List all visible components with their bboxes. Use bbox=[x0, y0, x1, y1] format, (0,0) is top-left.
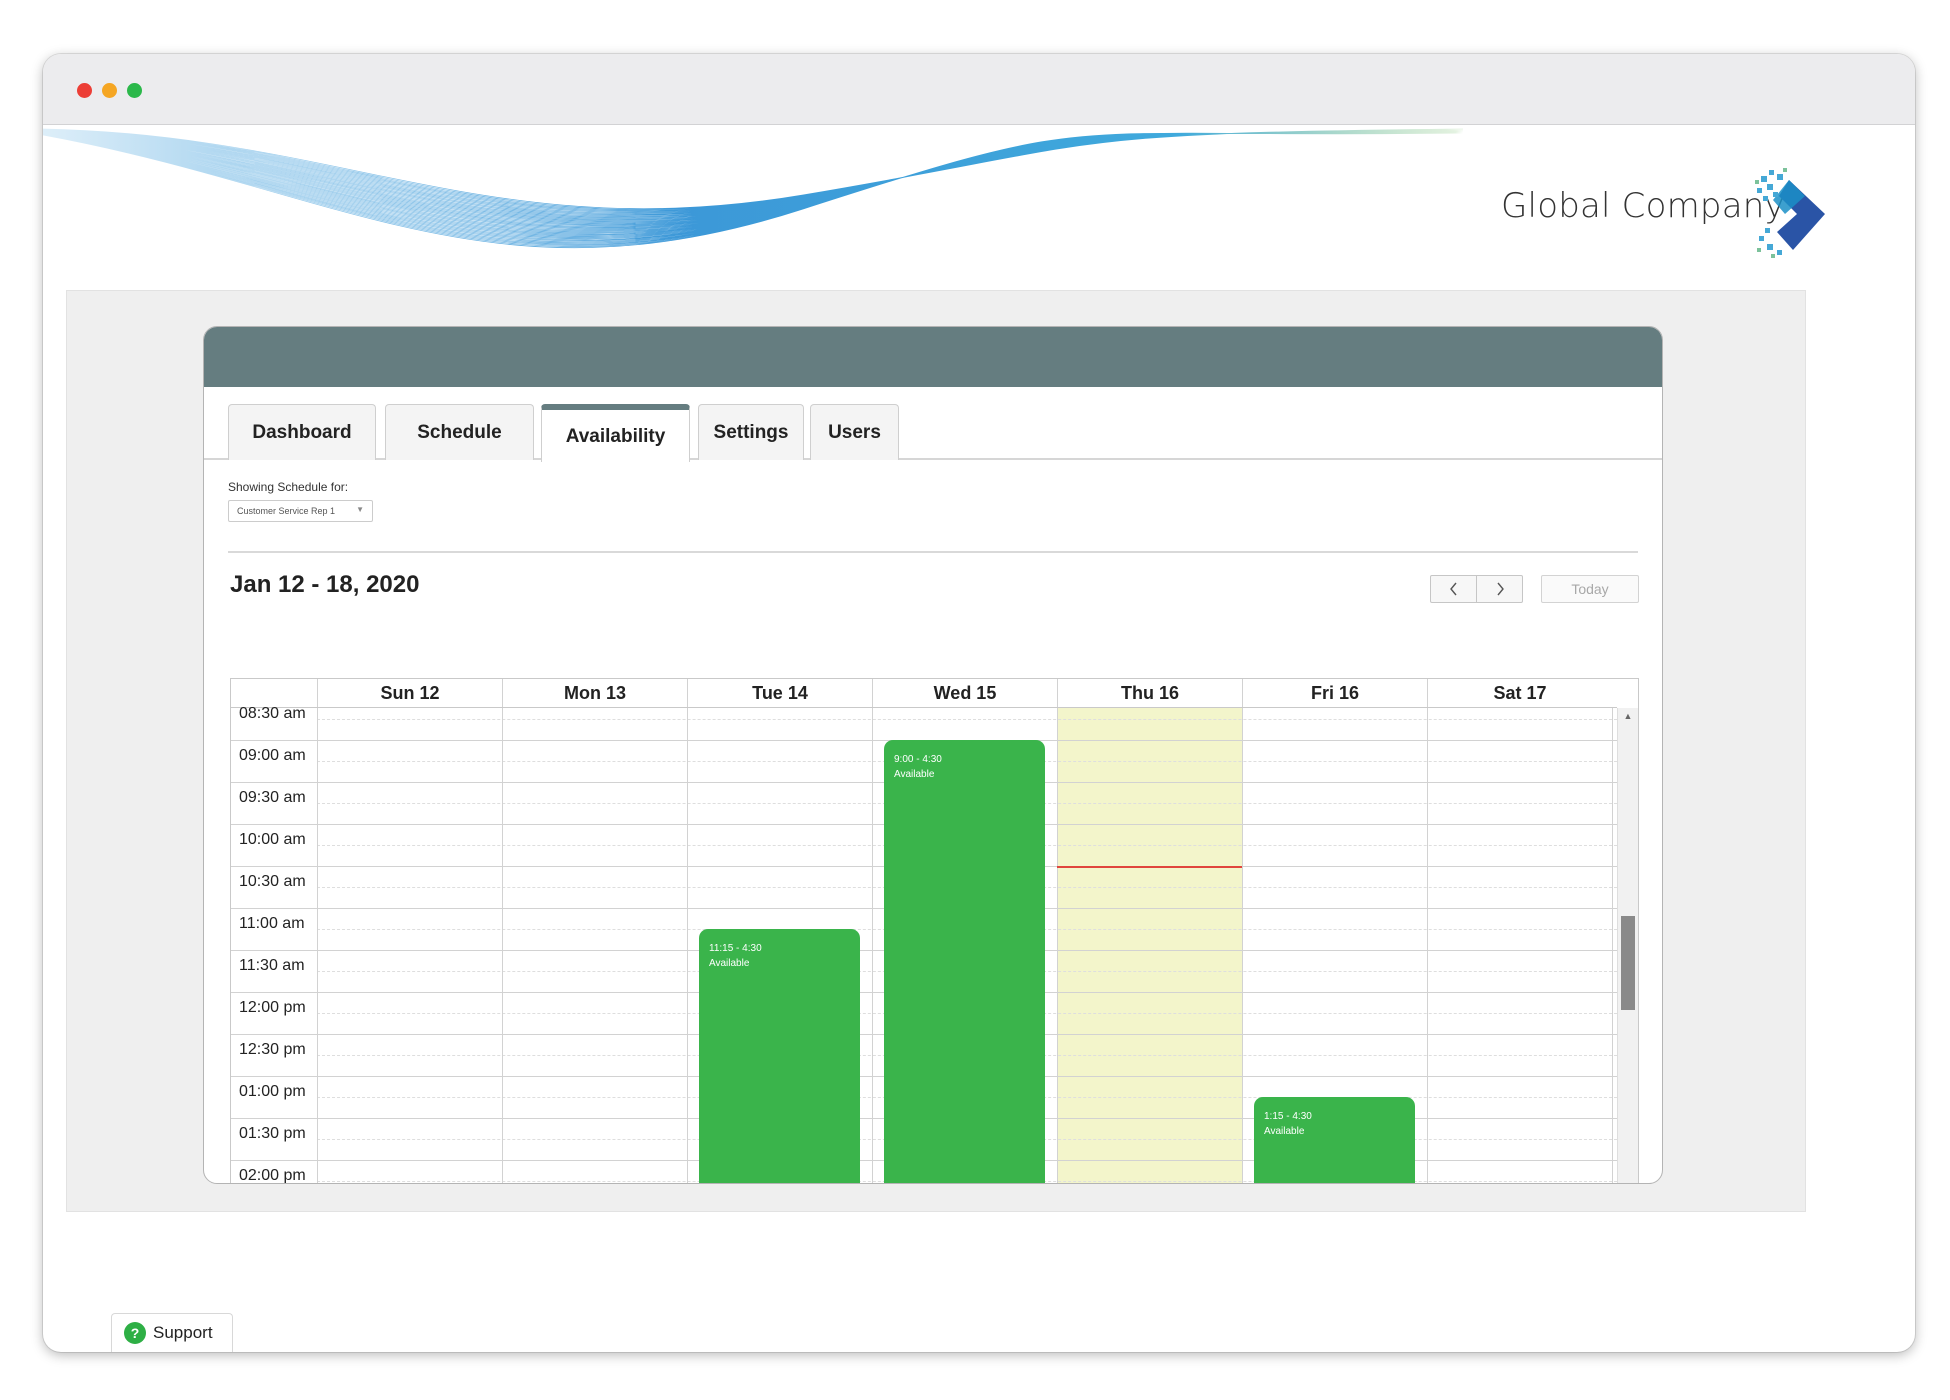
event-status: Available bbox=[709, 958, 750, 969]
scheduler-panel: Dashboard Schedule Availability Settings… bbox=[203, 326, 1663, 1184]
time-slot-label: 01:30 pm bbox=[239, 1125, 306, 1142]
week-range-title: Jan 12 - 18, 2020 bbox=[230, 571, 420, 598]
event-status: Available bbox=[894, 769, 935, 780]
arrow-chevron-logo-icon bbox=[1755, 168, 1825, 258]
availability-event[interactable]: 1:15 - 4:30 Available bbox=[1254, 1097, 1415, 1183]
event-status: Available bbox=[1264, 1126, 1305, 1137]
time-slot-label: 11:00 am bbox=[239, 915, 305, 932]
next-week-button[interactable] bbox=[1476, 576, 1522, 602]
chevron-left-icon bbox=[1449, 582, 1457, 596]
calendar-grid: 08:30 am 09:00 am 09:30 am 10:00 am 10:30 am… bbox=[231, 705, 1617, 1184]
rep-select-dropdown[interactable]: Customer Service Rep 1 ▼ bbox=[228, 500, 373, 522]
time-slot-label: 12:30 pm bbox=[239, 1041, 306, 1058]
calendar-day-headers: Sun 12 Mon 13 Tue 14 Wed 15 Thu 16 Fri 16 Sat … bbox=[231, 679, 1617, 708]
support-label: Support bbox=[153, 1323, 213, 1342]
day-header: Wed 15 bbox=[872, 679, 1057, 707]
calendar-scrollbar[interactable]: ▲ ▼ bbox=[1617, 708, 1638, 1183]
time-slot-label: 12:00 pm bbox=[239, 999, 306, 1016]
event-time: 9:00 - 4:30 bbox=[894, 754, 942, 765]
day-header: Fri 16 bbox=[1242, 679, 1427, 707]
day-header: Thu 16 bbox=[1057, 679, 1242, 707]
company-name: Global Company bbox=[1501, 186, 1785, 226]
tab-settings[interactable]: Settings bbox=[698, 404, 804, 460]
scrollbar-thumb[interactable] bbox=[1621, 916, 1635, 1010]
week-calendar: Sun 12 Mon 13 Tue 14 Wed 15 Thu 16 Fri 16 Sat … bbox=[230, 678, 1639, 1184]
decorative-wave-banner bbox=[43, 128, 1464, 249]
current-time-indicator bbox=[1057, 866, 1242, 868]
time-slot-label: 09:30 am bbox=[239, 789, 306, 806]
scroll-up-arrow-icon[interactable]: ▲ bbox=[1618, 711, 1638, 721]
previous-week-button[interactable] bbox=[1431, 576, 1476, 602]
time-slot-label: 10:30 am bbox=[239, 873, 306, 890]
time-slot-label: 10:00 am bbox=[239, 831, 306, 848]
window-titlebar bbox=[43, 54, 1915, 125]
tab-availability[interactable]: Availability bbox=[541, 404, 690, 462]
availability-event[interactable]: 11:15 - 4:30 Available bbox=[699, 929, 860, 1183]
time-slot-label: 09:00 am bbox=[239, 747, 306, 764]
maximize-window-button[interactable] bbox=[127, 83, 142, 98]
event-time: 1:15 - 4:30 bbox=[1264, 1111, 1312, 1122]
chevron-down-icon: ▼ bbox=[356, 505, 364, 514]
event-time: 11:15 - 4:30 bbox=[709, 943, 762, 954]
time-slot-label: 01:00 pm bbox=[239, 1083, 306, 1100]
tab-schedule[interactable]: Schedule bbox=[385, 404, 534, 460]
rep-select-value: Customer Service Rep 1 bbox=[237, 506, 336, 516]
schedule-filter-label: Showing Schedule for: bbox=[228, 480, 349, 494]
minimize-window-button[interactable] bbox=[102, 83, 117, 98]
question-icon: ? bbox=[124, 1322, 146, 1344]
day-header: Sat 17 bbox=[1427, 679, 1612, 707]
tab-bar: Dashboard Schedule Availability Settings… bbox=[204, 387, 1662, 462]
week-navigation bbox=[1430, 575, 1523, 603]
today-button[interactable]: Today bbox=[1541, 575, 1639, 603]
time-slot-label: 02:00 pm bbox=[239, 1167, 306, 1184]
day-header: Sun 12 bbox=[317, 679, 502, 707]
chevron-right-icon bbox=[1496, 582, 1504, 596]
tab-users[interactable]: Users bbox=[810, 404, 899, 460]
time-slot-label: 08:30 am bbox=[239, 705, 306, 722]
availability-event[interactable]: 9:00 - 4:30 Available bbox=[884, 740, 1045, 1183]
day-header: Tue 14 bbox=[687, 679, 872, 707]
panel-header-bar bbox=[204, 327, 1662, 387]
time-slot-label: 11:30 am bbox=[239, 957, 305, 974]
day-header: Mon 13 bbox=[502, 679, 687, 707]
tab-dashboard[interactable]: Dashboard bbox=[228, 404, 376, 460]
support-button[interactable]: ? Support bbox=[111, 1313, 233, 1352]
close-window-button[interactable] bbox=[77, 83, 92, 98]
today-column-highlight bbox=[1057, 708, 1242, 1183]
